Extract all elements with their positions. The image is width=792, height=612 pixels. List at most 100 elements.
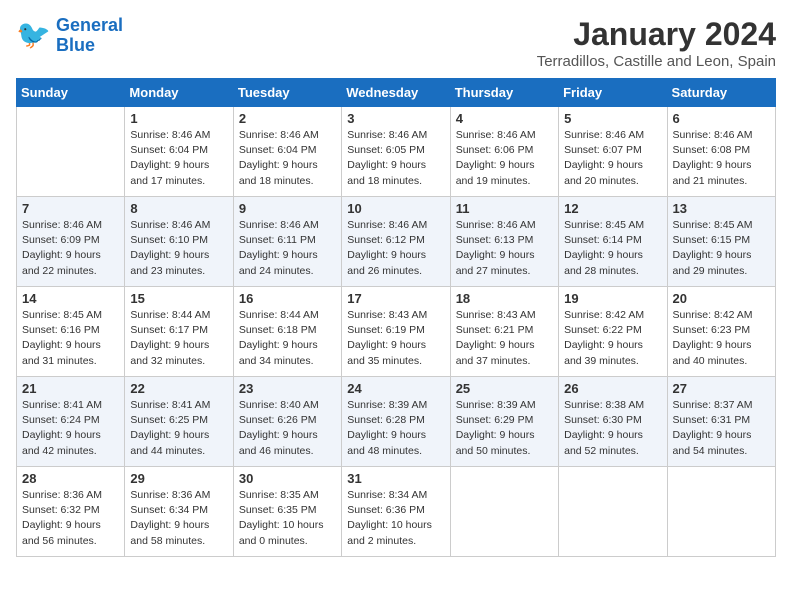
- weekday-header: Saturday: [667, 79, 775, 107]
- calendar-table: SundayMondayTuesdayWednesdayThursdayFrid…: [16, 78, 776, 557]
- day-number: 18: [456, 291, 553, 306]
- day-number: 27: [673, 381, 770, 396]
- day-info: Sunrise: 8:42 AM Sunset: 6:22 PM Dayligh…: [564, 308, 661, 369]
- month-title: January 2024: [537, 16, 776, 53]
- day-info: Sunrise: 8:37 AM Sunset: 6:31 PM Dayligh…: [673, 398, 770, 459]
- day-info: Sunrise: 8:44 AM Sunset: 6:17 PM Dayligh…: [130, 308, 227, 369]
- day-info: Sunrise: 8:35 AM Sunset: 6:35 PM Dayligh…: [239, 488, 336, 549]
- svg-text:🐦: 🐦: [16, 19, 51, 50]
- calendar-cell: 24 Sunrise: 8:39 AM Sunset: 6:28 PM Dayli…: [342, 377, 450, 467]
- weekday-header: Wednesday: [342, 79, 450, 107]
- day-info: Sunrise: 8:46 AM Sunset: 6:04 PM Dayligh…: [239, 128, 336, 189]
- calendar-week-row: 28Sunrise: 8:36 AM Sunset: 6:32 PM Dayli…: [17, 467, 776, 557]
- title-area: January 2024 Terradillos, Castille and L…: [537, 16, 776, 70]
- day-number: 13: [673, 201, 770, 216]
- calendar-cell: 21 Sunrise: 8:41 AM Sunset: 6:24 PM Dayli…: [17, 377, 125, 467]
- day-number: 14: [22, 291, 119, 306]
- day-info: Sunrise: 8:46 AM Sunset: 6:05 PM Dayligh…: [347, 128, 444, 189]
- logo: 🐦 General Blue: [16, 16, 123, 56]
- calendar-cell: 30Sunrise: 8:35 AM Sunset: 6:35 PM Dayli…: [233, 467, 341, 557]
- day-number: 24: [347, 381, 444, 396]
- day-info: Sunrise: 8:46 AM Sunset: 6:07 PM Dayligh…: [564, 128, 661, 189]
- day-info: Sunrise: 8:41 AM Sunset: 6:24 PM Dayligh…: [22, 398, 119, 459]
- calendar-cell: 7 Sunrise: 8:46 AM Sunset: 6:09 PM Daylig…: [17, 197, 125, 287]
- logo-text: General Blue: [56, 16, 123, 56]
- day-info: Sunrise: 8:39 AM Sunset: 6:28 PM Dayligh…: [347, 398, 444, 459]
- calendar-cell: 17Sunrise: 8:43 AM Sunset: 6:19 PM Dayli…: [342, 287, 450, 377]
- calendar-cell: 20Sunrise: 8:42 AM Sunset: 6:23 PM Dayli…: [667, 287, 775, 377]
- day-info: Sunrise: 8:36 AM Sunset: 6:34 PM Dayligh…: [130, 488, 227, 549]
- calendar-cell: [17, 107, 125, 197]
- day-number: 23: [239, 381, 336, 396]
- day-number: 1: [130, 111, 227, 126]
- weekday-header: Tuesday: [233, 79, 341, 107]
- day-number: 2: [239, 111, 336, 126]
- day-info: Sunrise: 8:46 AM Sunset: 6:12 PM Dayligh…: [347, 218, 444, 279]
- calendar-week-row: 1 Sunrise: 8:46 AM Sunset: 6:04 PM Daylig…: [17, 107, 776, 197]
- calendar-cell: 29Sunrise: 8:36 AM Sunset: 6:34 PM Dayli…: [125, 467, 233, 557]
- weekday-header: Monday: [125, 79, 233, 107]
- day-info: Sunrise: 8:45 AM Sunset: 6:16 PM Dayligh…: [22, 308, 119, 369]
- day-info: Sunrise: 8:39 AM Sunset: 6:29 PM Dayligh…: [456, 398, 553, 459]
- calendar-cell: 26Sunrise: 8:38 AM Sunset: 6:30 PM Dayli…: [559, 377, 667, 467]
- day-number: 22: [130, 381, 227, 396]
- calendar-week-row: 14 Sunrise: 8:45 AM Sunset: 6:16 PM Dayli…: [17, 287, 776, 377]
- calendar-cell: 28Sunrise: 8:36 AM Sunset: 6:32 PM Dayli…: [17, 467, 125, 557]
- calendar-cell: 1 Sunrise: 8:46 AM Sunset: 6:04 PM Daylig…: [125, 107, 233, 197]
- calendar-cell: 11 Sunrise: 8:46 AM Sunset: 6:13 PM Dayli…: [450, 197, 558, 287]
- calendar-cell: [667, 467, 775, 557]
- calendar-cell: 2 Sunrise: 8:46 AM Sunset: 6:04 PM Daylig…: [233, 107, 341, 197]
- day-number: 3: [347, 111, 444, 126]
- calendar-cell: 22Sunrise: 8:41 AM Sunset: 6:25 PM Dayli…: [125, 377, 233, 467]
- logo-line2: Blue: [56, 35, 95, 55]
- calendar-cell: 31Sunrise: 8:34 AM Sunset: 6:36 PM Dayli…: [342, 467, 450, 557]
- day-info: Sunrise: 8:46 AM Sunset: 6:09 PM Dayligh…: [22, 218, 119, 279]
- calendar-cell: 18 Sunrise: 8:43 AM Sunset: 6:21 PM Dayli…: [450, 287, 558, 377]
- location-title: Terradillos, Castille and Leon, Spain: [537, 53, 776, 70]
- day-info: Sunrise: 8:38 AM Sunset: 6:30 PM Dayligh…: [564, 398, 661, 459]
- day-info: Sunrise: 8:43 AM Sunset: 6:19 PM Dayligh…: [347, 308, 444, 369]
- day-info: Sunrise: 8:46 AM Sunset: 6:13 PM Dayligh…: [456, 218, 553, 279]
- day-info: Sunrise: 8:44 AM Sunset: 6:18 PM Dayligh…: [239, 308, 336, 369]
- calendar-cell: 14 Sunrise: 8:45 AM Sunset: 6:16 PM Dayli…: [17, 287, 125, 377]
- day-info: Sunrise: 8:46 AM Sunset: 6:10 PM Dayligh…: [130, 218, 227, 279]
- calendar-cell: 10 Sunrise: 8:46 AM Sunset: 6:12 PM Dayli…: [342, 197, 450, 287]
- calendar-cell: 25 Sunrise: 8:39 AM Sunset: 6:29 PM Dayli…: [450, 377, 558, 467]
- day-info: Sunrise: 8:46 AM Sunset: 6:08 PM Dayligh…: [673, 128, 770, 189]
- day-info: Sunrise: 8:46 AM Sunset: 6:06 PM Dayligh…: [456, 128, 553, 189]
- day-info: Sunrise: 8:46 AM Sunset: 6:11 PM Dayligh…: [239, 218, 336, 279]
- day-info: Sunrise: 8:46 AM Sunset: 6:04 PM Dayligh…: [130, 128, 227, 189]
- day-number: 6: [673, 111, 770, 126]
- weekday-header: Sunday: [17, 79, 125, 107]
- calendar-week-row: 7 Sunrise: 8:46 AM Sunset: 6:09 PM Daylig…: [17, 197, 776, 287]
- day-number: 8: [130, 201, 227, 216]
- weekday-header: Friday: [559, 79, 667, 107]
- day-info: Sunrise: 8:36 AM Sunset: 6:32 PM Dayligh…: [22, 488, 119, 549]
- calendar-cell: 16 Sunrise: 8:44 AM Sunset: 6:18 PM Dayli…: [233, 287, 341, 377]
- day-number: 4: [456, 111, 553, 126]
- calendar-cell: 6 Sunrise: 8:46 AM Sunset: 6:08 PM Daylig…: [667, 107, 775, 197]
- day-number: 9: [239, 201, 336, 216]
- header: 🐦 General Blue January 2024 Terradillos,…: [16, 16, 776, 70]
- day-number: 11: [456, 201, 553, 216]
- day-number: 7: [22, 201, 119, 216]
- calendar-cell: 9 Sunrise: 8:46 AM Sunset: 6:11 PM Daylig…: [233, 197, 341, 287]
- logo-line1: General: [56, 15, 123, 35]
- day-info: Sunrise: 8:43 AM Sunset: 6:21 PM Dayligh…: [456, 308, 553, 369]
- day-number: 31: [347, 471, 444, 486]
- weekday-header: Thursday: [450, 79, 558, 107]
- day-number: 25: [456, 381, 553, 396]
- day-number: 5: [564, 111, 661, 126]
- day-number: 19: [564, 291, 661, 306]
- calendar-cell: 3 Sunrise: 8:46 AM Sunset: 6:05 PM Daylig…: [342, 107, 450, 197]
- weekday-header-row: SundayMondayTuesdayWednesdayThursdayFrid…: [17, 79, 776, 107]
- calendar-cell: 13Sunrise: 8:45 AM Sunset: 6:15 PM Dayli…: [667, 197, 775, 287]
- day-number: 16: [239, 291, 336, 306]
- day-number: 15: [130, 291, 227, 306]
- day-number: 21: [22, 381, 119, 396]
- calendar-cell: 15 Sunrise: 8:44 AM Sunset: 6:17 PM Dayli…: [125, 287, 233, 377]
- day-number: 10: [347, 201, 444, 216]
- calendar-cell: 5 Sunrise: 8:46 AM Sunset: 6:07 PM Daylig…: [559, 107, 667, 197]
- day-number: 12: [564, 201, 661, 216]
- calendar-cell: 19 Sunrise: 8:42 AM Sunset: 6:22 PM Dayli…: [559, 287, 667, 377]
